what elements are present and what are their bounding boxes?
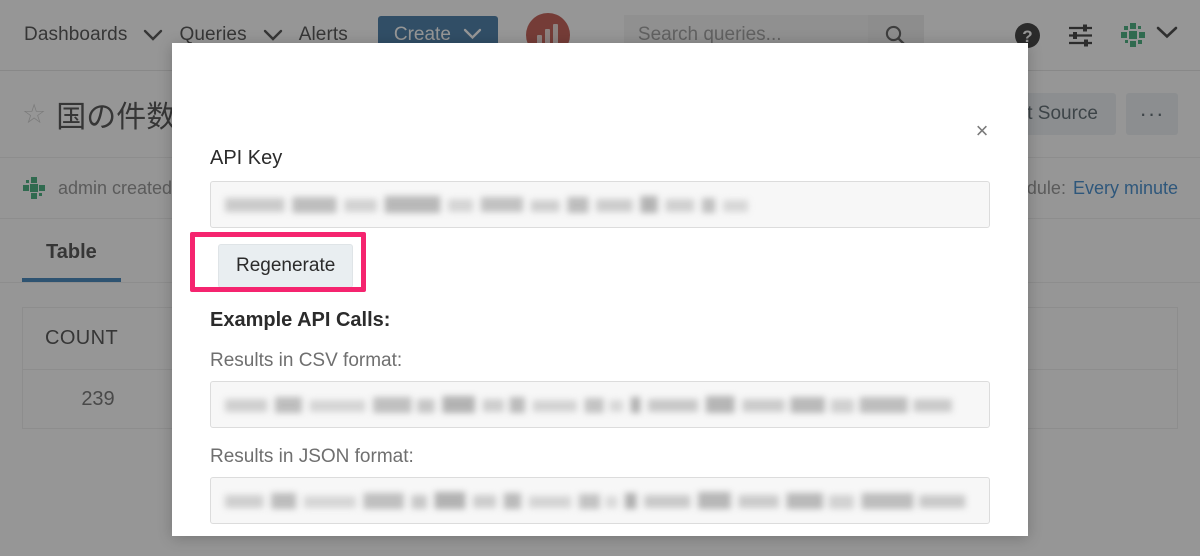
- regenerate-area: Regenerate: [190, 232, 990, 295]
- example-api-calls-title: Example API Calls:: [210, 309, 391, 331]
- api-key-label: API Key: [210, 147, 283, 169]
- api-key-input[interactable]: [210, 181, 990, 228]
- close-x-icon[interactable]: ×: [970, 119, 994, 143]
- json-format-label: Results in JSON format:: [210, 446, 414, 467]
- redacted-json-url: [225, 491, 966, 509]
- api-key-modal: × API Key Regenerate Example API Calls: …: [172, 43, 1028, 536]
- regenerate-button[interactable]: Regenerate: [218, 244, 354, 288]
- csv-format-label: Results in CSV format:: [210, 350, 403, 371]
- modal-body: API Key Regenerate Example API Calls: Re…: [172, 43, 1028, 524]
- csv-url-input[interactable]: [210, 381, 990, 428]
- redacted-csv-url: [225, 395, 952, 413]
- screen-root: Dashboards Queries Alerts Create: [0, 0, 1200, 556]
- redacted-api-key: [225, 195, 749, 213]
- json-url-input[interactable]: [210, 477, 990, 524]
